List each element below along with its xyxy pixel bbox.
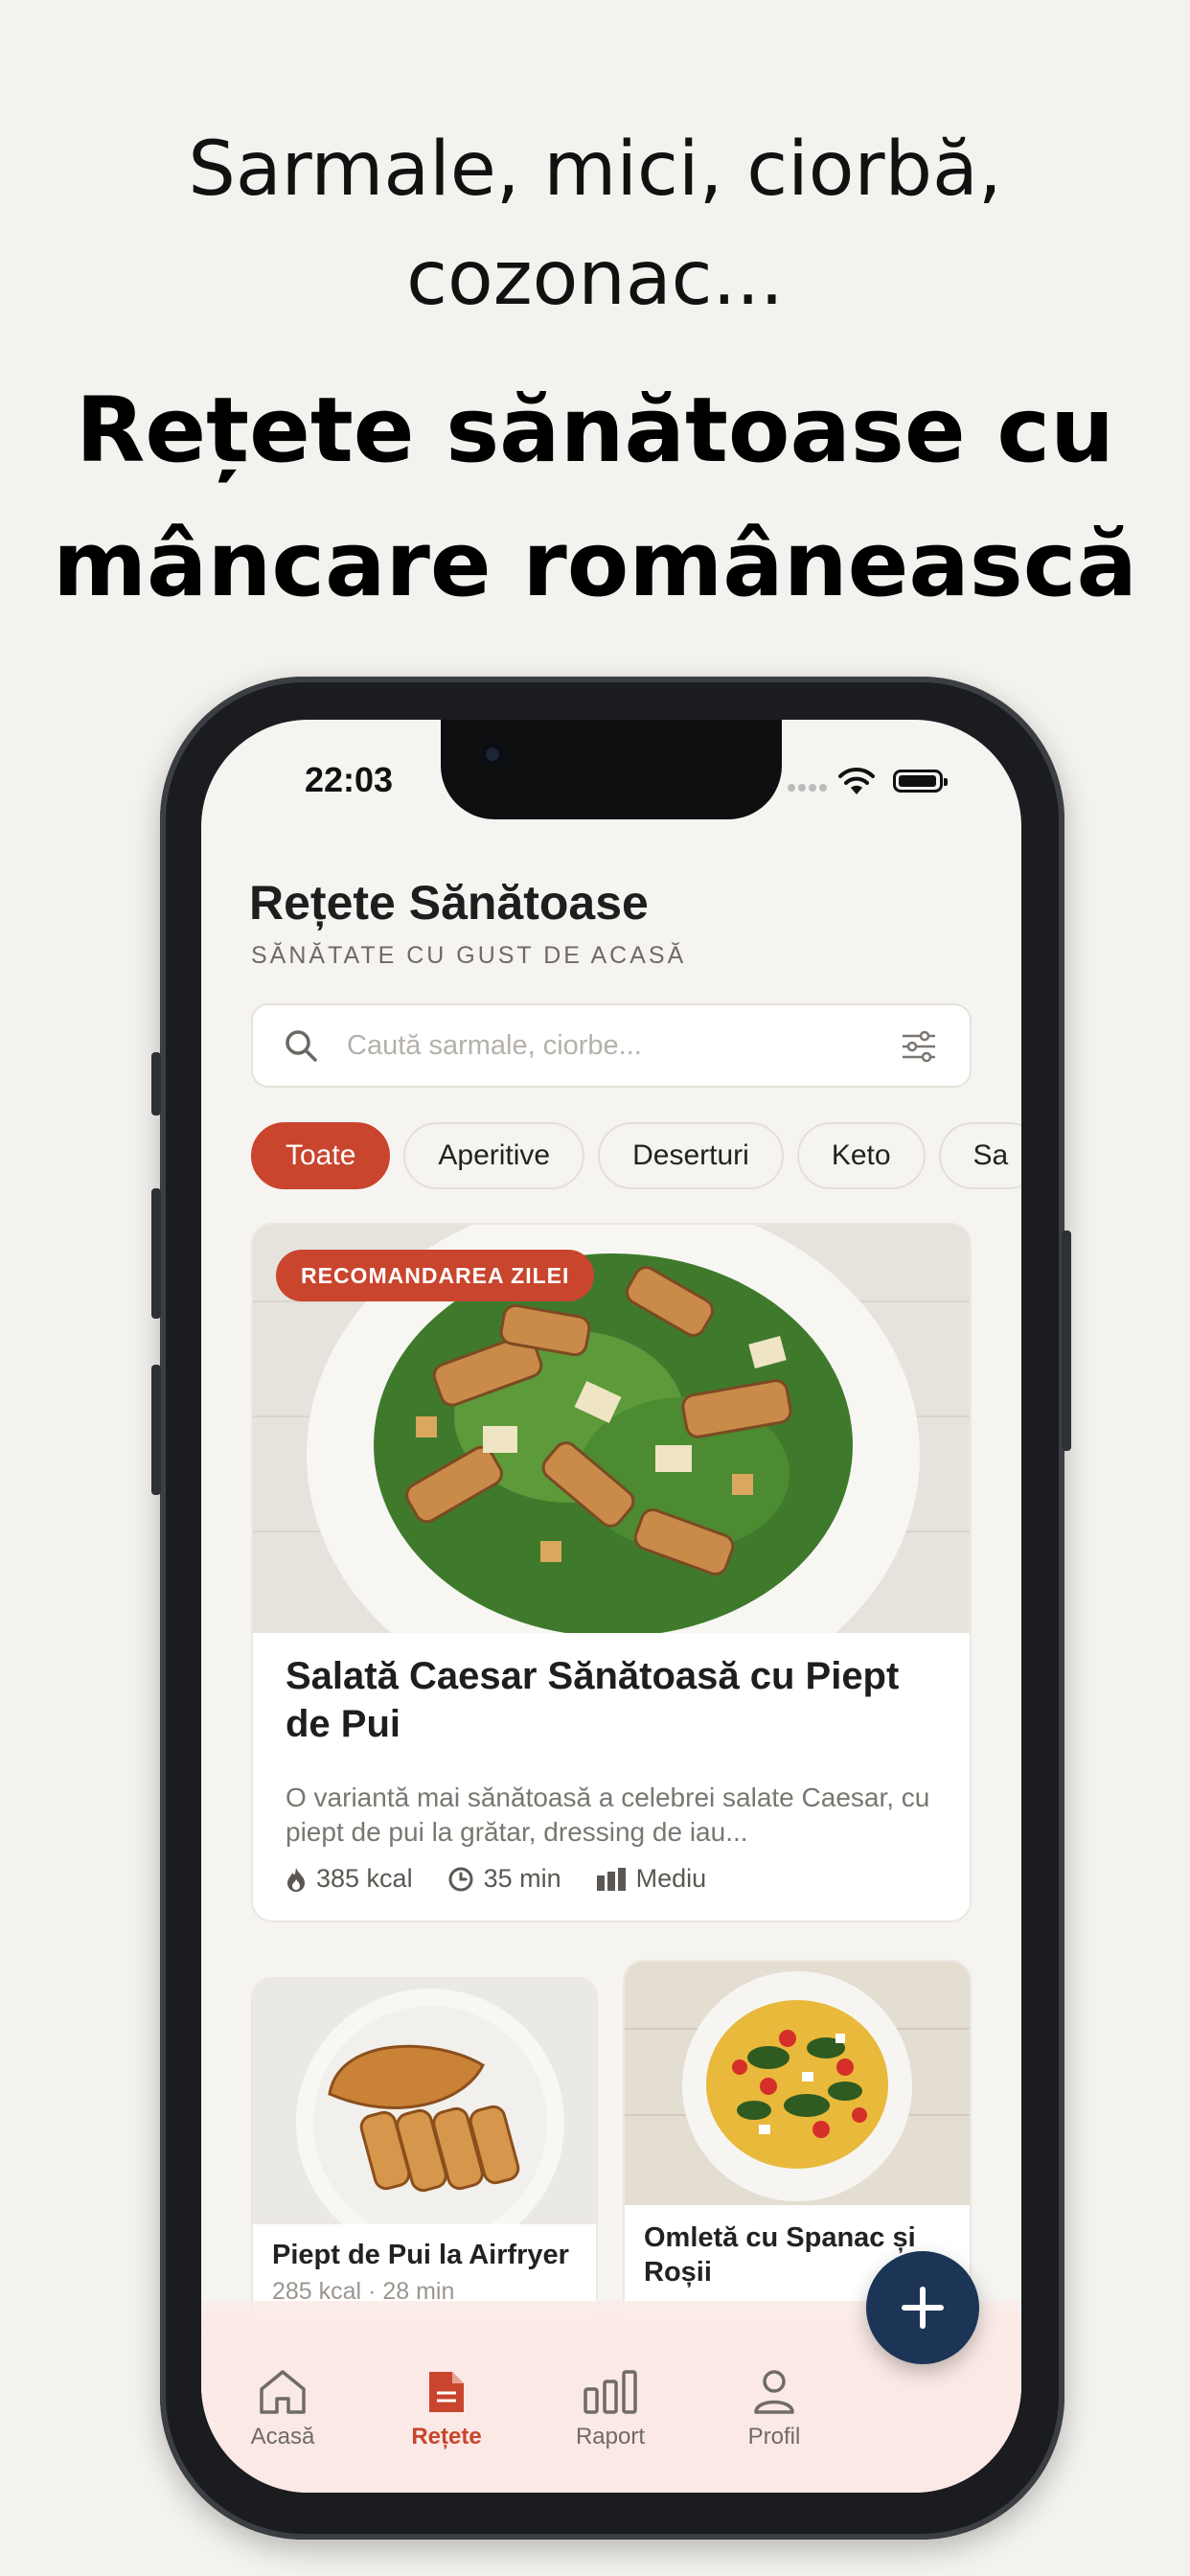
featured-recipe-meta: 385 kcal 35 min Mediu xyxy=(286,1863,741,1894)
chart-icon xyxy=(584,2370,637,2414)
recipe-icon xyxy=(429,2372,464,2412)
home-icon xyxy=(260,2370,306,2414)
search-input[interactable]: Caută sarmale, ciorbe... xyxy=(347,1030,642,1062)
app-screen: 22:03 Rețete Sănătoase SĂNĂTATE CU GUST … xyxy=(201,720,1021,2493)
wifi-icon xyxy=(838,767,875,794)
clock-icon xyxy=(448,1867,473,1892)
status-time: 22:03 xyxy=(305,760,394,799)
phone-mute-switch xyxy=(151,1052,161,1116)
daily-pick-badge: RECOMANDAREA ZILEI xyxy=(276,1250,595,1301)
filter-icon[interactable] xyxy=(901,1030,937,1063)
phone-volume-up xyxy=(151,1188,161,1319)
tab-label-retete: Rețete xyxy=(411,2424,482,2450)
camera-icon xyxy=(481,743,504,766)
phone-volume-down xyxy=(151,1365,161,1495)
featured-recipe-description: O variantă mai sănătoasă a celebrei sala… xyxy=(286,1782,930,1847)
featured-recipe-title: Salată Caesar Sănătoasă cu Piept de Pui xyxy=(286,1655,900,1745)
battery-icon xyxy=(893,770,948,793)
chip-keto[interactable]: Keto xyxy=(796,1122,926,1189)
notch xyxy=(441,720,782,819)
promo-tagline: Sarmale, mici, ciorbă, cozonac... xyxy=(188,126,1002,322)
recipe-image-omelette xyxy=(625,1962,970,2205)
tab-acasa[interactable]: Acasă xyxy=(225,2368,340,2450)
search-icon xyxy=(286,1030,317,1062)
featured-recipe-card[interactable]: RECOMANDAREA ZILEI Salată Caesar Sănătoa… xyxy=(251,1223,972,1922)
recipe-image-chicken xyxy=(253,1979,596,2224)
difficulty-label: Mediu xyxy=(635,1864,707,1894)
search-bar[interactable]: Caută sarmale, ciorbe... xyxy=(251,1003,972,1088)
difficulty-icon xyxy=(596,1867,626,1891)
calories-label: 385 kcal xyxy=(316,1864,413,1894)
tab-raport[interactable]: Raport xyxy=(553,2368,668,2450)
recipe-title-airfryer: Piept de Pui la Airfryer xyxy=(272,2240,569,2270)
signal-icon xyxy=(788,779,830,792)
chip-aperitive[interactable]: Aperitive xyxy=(403,1122,585,1189)
chip-deserturi[interactable]: Deserturi xyxy=(598,1122,784,1189)
category-chips: Toate Aperitive Deserturi Keto Sa xyxy=(251,1122,1021,1189)
profile-icon xyxy=(754,2370,794,2414)
phone-power-button xyxy=(1062,1230,1071,1451)
page-title: Rețete Sănătoase xyxy=(249,876,649,930)
page-subtitle: SĂNĂTATE CU GUST DE ACASĂ xyxy=(251,942,687,969)
tab-label-acasa: Acasă xyxy=(250,2424,315,2450)
featured-recipe-image: RECOMANDAREA ZILEI xyxy=(253,1225,970,1633)
tab-label-raport: Raport xyxy=(575,2424,646,2450)
chip-salate[interactable]: Sa xyxy=(938,1122,1021,1189)
chip-toate[interactable]: Toate xyxy=(251,1122,391,1189)
flame-icon xyxy=(287,1867,305,1892)
add-recipe-button[interactable] xyxy=(866,2251,979,2364)
time-label: 35 min xyxy=(483,1864,561,1894)
tab-retete[interactable]: Rețete xyxy=(389,2368,504,2450)
tab-profil[interactable]: Profil xyxy=(717,2368,832,2450)
promo-headline: Rețete sănătoase cu mâncare românească xyxy=(53,379,1137,617)
tab-label-profil: Profil xyxy=(747,2424,801,2450)
